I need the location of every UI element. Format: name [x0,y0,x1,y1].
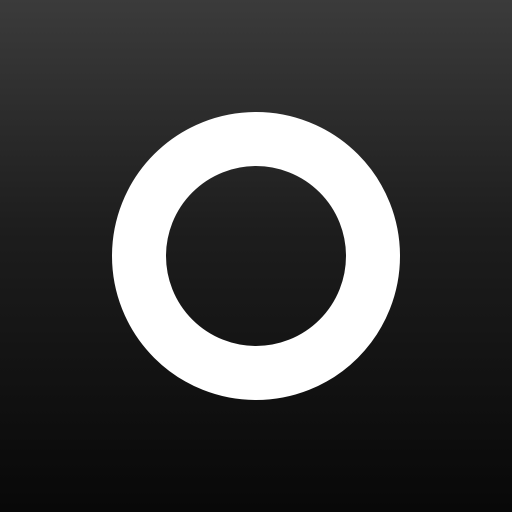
app-icon [0,0,512,512]
ring-shape [112,112,400,400]
ring-icon [112,112,400,400]
